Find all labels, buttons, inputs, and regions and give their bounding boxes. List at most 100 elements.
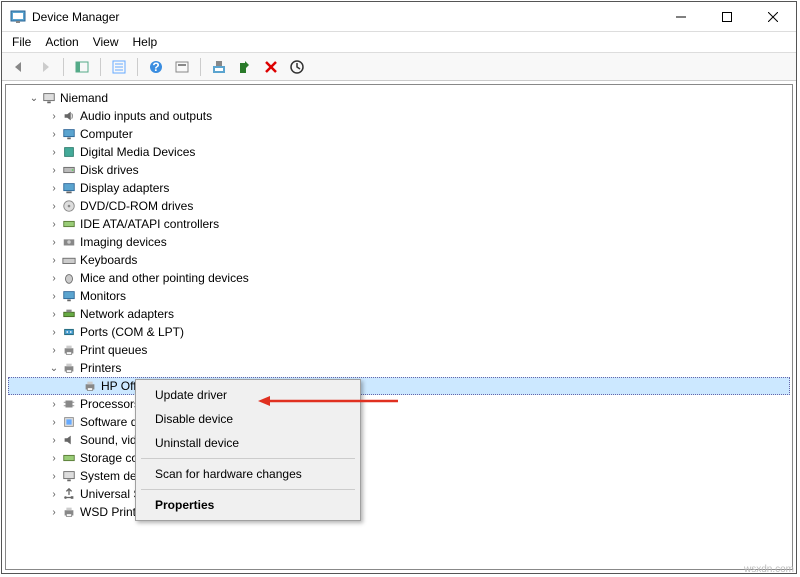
category-label: Printers [78,361,121,375]
chevron-down-icon[interactable]: ⌄ [28,93,40,104]
tree-category[interactable]: › Disk drives [8,161,790,179]
tree-category[interactable]: ›Processors [8,395,790,413]
properties-button[interactable] [108,56,130,78]
toolbar: ? [2,53,796,81]
context-scan-hardware[interactable]: Scan for hardware changes [139,462,357,486]
tree-category[interactable]: › Keyboards [8,251,790,269]
action-button[interactable] [171,56,193,78]
context-properties[interactable]: Properties [139,493,357,517]
tree-category[interactable]: ›IDE ATA/ATAPI controllers [8,215,790,233]
device-tree[interactable]: ⌄ Niemand › Audio inputs and outputs ›Comp… [6,85,792,525]
maximize-button[interactable] [704,2,750,32]
tree-category[interactable]: ›Ports (COM & LPT) [8,323,790,341]
device-manager-window: Device Manager File Action View Help ? [1,1,797,574]
chevron-right-icon[interactable]: › [48,237,60,248]
tree-category[interactable]: ›System devi [8,467,790,485]
menu-file[interactable]: File [12,35,31,49]
category-icon [60,433,78,447]
device-tree-container: ⌄ Niemand › Audio inputs and outputs ›Comp… [5,84,793,570]
category-icon [60,199,78,213]
help-button[interactable]: ? [145,56,167,78]
category-label: Audio inputs and outputs [78,109,212,123]
close-button[interactable] [750,2,796,32]
printer-icon [81,379,99,393]
category-icon [60,397,78,411]
tree-category[interactable]: › Sound, vide [8,431,790,449]
chevron-right-icon[interactable]: › [48,273,60,284]
chevron-right-icon[interactable]: › [48,165,60,176]
chevron-right-icon[interactable]: › [48,507,60,518]
tree-category[interactable]: › Display adapters [8,179,790,197]
tree-category[interactable]: ›WSD Print Provider [8,503,790,521]
menu-help[interactable]: Help [133,35,158,49]
chevron-right-icon[interactable]: › [48,471,60,482]
window-controls [658,2,796,32]
window-title: Device Manager [32,10,119,24]
chevron-right-icon[interactable]: › [48,129,60,140]
chevron-down-icon[interactable]: ⌄ [48,363,60,374]
tree-category[interactable]: ›Network adapters [8,305,790,323]
category-icon [60,361,78,375]
disable-button[interactable] [260,56,282,78]
app-icon [10,9,26,25]
chevron-right-icon[interactable]: › [48,399,60,410]
tree-device-selected[interactable]: HP Offic [8,377,790,395]
back-button[interactable] [8,56,30,78]
context-uninstall-device[interactable]: Uninstall device [139,431,357,455]
separator [100,58,101,76]
category-icon [60,487,78,501]
tree-category[interactable]: › Digital Media Devices [8,143,790,161]
category-icon [60,127,78,141]
chevron-right-icon[interactable]: › [48,183,60,194]
menu-action[interactable]: Action [45,35,78,49]
category-label: Display adapters [78,181,169,195]
chevron-right-icon[interactable]: › [48,219,60,230]
category-label: Sound, vide [78,433,143,447]
category-label: Keyboards [78,253,137,267]
chevron-right-icon[interactable]: › [48,111,60,122]
tree-root[interactable]: ⌄ Niemand [8,89,790,107]
scan-button[interactable] [286,56,308,78]
category-label: Disk drives [78,163,139,177]
separator [200,58,201,76]
chevron-right-icon[interactable]: › [48,291,60,302]
tree-category[interactable]: ›Monitors [8,287,790,305]
chevron-right-icon[interactable]: › [48,489,60,500]
tree-category[interactable]: ›Computer [8,125,790,143]
tree-category[interactable]: ›Universal Se [8,485,790,503]
chevron-right-icon[interactable]: › [48,147,60,158]
tree-category[interactable]: › Print queues [8,341,790,359]
separator [137,58,138,76]
category-icon [60,145,78,159]
category-icon [60,271,78,285]
tree-category[interactable]: ›Imaging devices [8,233,790,251]
category-icon [60,325,78,339]
forward-button[interactable] [34,56,56,78]
uninstall-button[interactable] [234,56,256,78]
show-hide-button[interactable] [71,56,93,78]
tree-category[interactable]: ⌄ Printers [8,359,790,377]
tree-category[interactable]: › Audio inputs and outputs [8,107,790,125]
category-label: Print queues [78,343,147,357]
annotation-arrow [258,394,398,411]
category-icon [60,505,78,519]
chevron-right-icon[interactable]: › [48,255,60,266]
chevron-right-icon[interactable]: › [48,309,60,320]
titlebar: Device Manager [2,2,796,32]
tree-category[interactable]: ›Mice and other pointing devices [8,269,790,287]
minimize-button[interactable] [658,2,704,32]
chevron-right-icon[interactable]: › [48,453,60,464]
chevron-right-icon[interactable]: › [48,435,60,446]
chevron-right-icon[interactable]: › [48,327,60,338]
tree-category[interactable]: ›DVD/CD-ROM drives [8,197,790,215]
chevron-right-icon[interactable]: › [48,201,60,212]
chevron-right-icon[interactable]: › [48,345,60,356]
menu-view[interactable]: View [93,35,119,49]
context-separator [141,489,355,490]
tree-category[interactable]: ›Storage con [8,449,790,467]
category-label: Digital Media Devices [78,145,195,159]
chevron-right-icon[interactable]: › [48,417,60,428]
category-icon [60,307,78,321]
tree-category[interactable]: ›Software de [8,413,790,431]
update-driver-button[interactable] [208,56,230,78]
